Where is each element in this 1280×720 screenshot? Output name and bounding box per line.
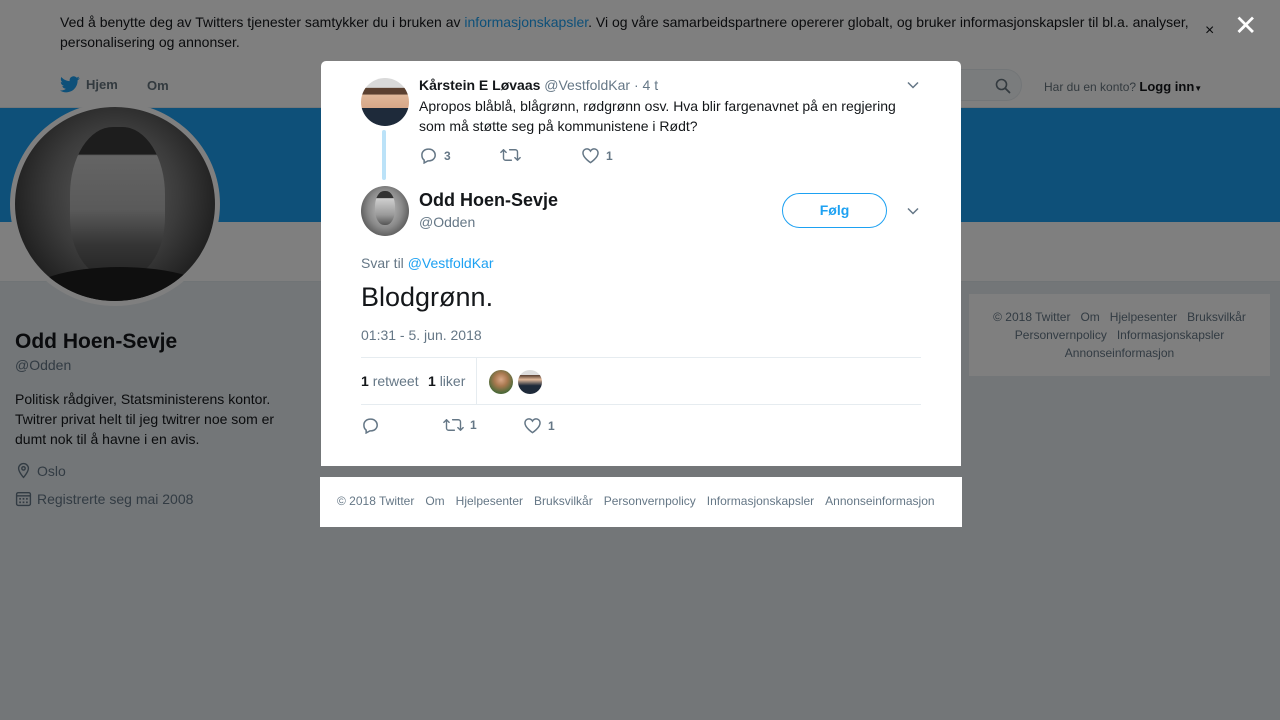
tweet-timestamp[interactable]: 01:31 - 5. jun. 2018 (361, 327, 482, 343)
heart-icon (582, 148, 599, 164)
tweet-stats: 1 retweet 1 liker (361, 357, 921, 405)
retweet-count-link[interactable]: 1 retweet (361, 373, 419, 389)
parent-tweet-text: Apropos blåblå, blågrønn, rødgrønn osv. … (419, 98, 896, 134)
parent-tweet-timestamp[interactable]: · 4 t (634, 77, 658, 93)
tweet-author-handle[interactable]: @Odden (419, 214, 475, 230)
heart-icon (524, 418, 541, 434)
footer-link-cookies[interactable]: Informasjonskapsler (707, 494, 814, 508)
parent-retweet-button[interactable] (500, 147, 527, 163)
footer-link-ads-info[interactable]: Annonseinformasjon (825, 494, 934, 508)
tweet-chevron-down-icon[interactable] (906, 204, 920, 218)
footer-link-terms[interactable]: Bruksvilkår (534, 494, 593, 508)
liker-avatar[interactable] (489, 370, 513, 394)
tweet-author-name[interactable]: Odd Hoen-Sevje (419, 190, 558, 211)
close-modal-button[interactable]: ✕ (1234, 12, 1257, 40)
parent-tweet-header: Kårstein E Løvaas @VestfoldKar · 4 t (419, 77, 658, 93)
parent-tweet-avatar[interactable] (361, 78, 409, 126)
like-count-link[interactable]: 1 liker (428, 373, 465, 389)
reply-to-link[interactable]: @VestfoldKar (408, 255, 494, 271)
parent-like-button[interactable]: 1 (581, 147, 613, 164)
reply-context: Svar til @VestfoldKar (361, 255, 494, 271)
footer-link-about[interactable]: Om (425, 494, 444, 508)
stats-divider (476, 358, 477, 404)
tweet-author-avatar[interactable] (361, 186, 409, 236)
tweet-actions: 1 1 (361, 417, 661, 437)
thread-connector-line (382, 130, 386, 180)
modal-footer: © 2018 Twitter Om Hjelpesenter Bruksvilkår P… (320, 477, 962, 527)
retweet-button[interactable]: 1 (443, 417, 477, 433)
follow-button[interactable]: Følg (782, 193, 887, 228)
parent-reply-button[interactable]: 3 (419, 147, 451, 164)
liker-avatar[interactable] (518, 370, 542, 394)
like-button[interactable]: 1 (523, 417, 555, 434)
reply-button[interactable] (361, 417, 380, 434)
reply-icon (421, 148, 436, 164)
reply-icon (363, 418, 378, 434)
footer-link-help[interactable]: Hjelpesenter (456, 494, 523, 508)
tweet-modal: Kårstein E Løvaas @VestfoldKar · 4 t Apr… (321, 61, 961, 466)
parent-tweet-actions: 3 1 (419, 147, 719, 167)
retweet-icon (500, 149, 521, 161)
retweet-icon (443, 419, 464, 431)
parent-tweet-chevron-down-icon[interactable] (906, 78, 920, 92)
footer-link-privacy[interactable]: Personvernpolicy (604, 494, 696, 508)
parent-tweet-author-handle[interactable]: @VestfoldKar (544, 77, 630, 93)
parent-tweet-author-name[interactable]: Kårstein E Løvaas (419, 77, 540, 93)
footer-link-copyright[interactable]: © 2018 Twitter (337, 494, 414, 508)
tweet-text: Blodgrønn. (361, 282, 494, 312)
